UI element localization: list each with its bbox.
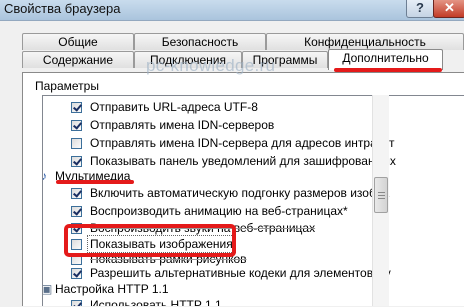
tab-general[interactable]: Общие [22, 33, 134, 50]
list-item-label: Отправить URL-адреса UTF-8 [90, 100, 258, 114]
settings-list[interactable]: Отправить URL-адреса UTF-8 Отправлять им… [42, 95, 464, 306]
window-title: Свойства браузера [4, 1, 121, 16]
annotation-highlight-box [64, 224, 236, 257]
tab-privacy[interactable]: Конфиденциальность [266, 33, 464, 50]
tab-content[interactable]: Содержание [22, 51, 134, 68]
list-item-label: Отправлять имена IDN-серверов [90, 118, 275, 132]
list-item-label: Отправлять имена IDN-сервера для адресов… [90, 136, 395, 150]
group-label-parameters: Параметры [35, 79, 99, 93]
list-item-label: Разрешить альтернативные кодеки для элем… [90, 266, 391, 280]
checkbox[interactable] [71, 102, 82, 113]
close-button[interactable]: ✕ [433, 0, 464, 18]
title-bar[interactable]: Свойства браузера [0, 0, 464, 20]
list-item-label: Включить автоматическую подгонку размеро… [90, 186, 390, 200]
watermark-text: pc-knowledge.ru [146, 56, 276, 75]
checkbox[interactable] [71, 300, 82, 306]
checkbox[interactable] [71, 156, 82, 167]
checkbox[interactable] [71, 188, 82, 199]
multimedia-icon: ♪ [43, 168, 47, 184]
help-button[interactable]: ? [406, 0, 434, 18]
list-item-label: Использовать HTTP 1.1 [90, 298, 222, 306]
tab-security[interactable]: Безопасность [134, 33, 266, 50]
annotation-underline-advanced [334, 68, 442, 72]
vertical-scrollbar[interactable] [372, 95, 389, 306]
tab-advanced[interactable]: Дополнительно [328, 49, 443, 70]
scrollbar-thumb[interactable] [374, 177, 388, 213]
settings-icon: ▣ [42, 282, 53, 296]
list-item-label: Воспроизводить анимацию на веб-страницах… [90, 204, 348, 218]
checkbox[interactable] [71, 268, 82, 279]
checkbox[interactable] [71, 206, 82, 217]
checkbox[interactable] [71, 138, 82, 149]
category-label: Настройка HTTP 1.1 [55, 282, 169, 296]
checkbox[interactable] [71, 120, 82, 131]
list-item-label: Показывать панель уведомлений для зашифр… [90, 154, 396, 168]
annotation-underline-multimedia [56, 180, 134, 184]
